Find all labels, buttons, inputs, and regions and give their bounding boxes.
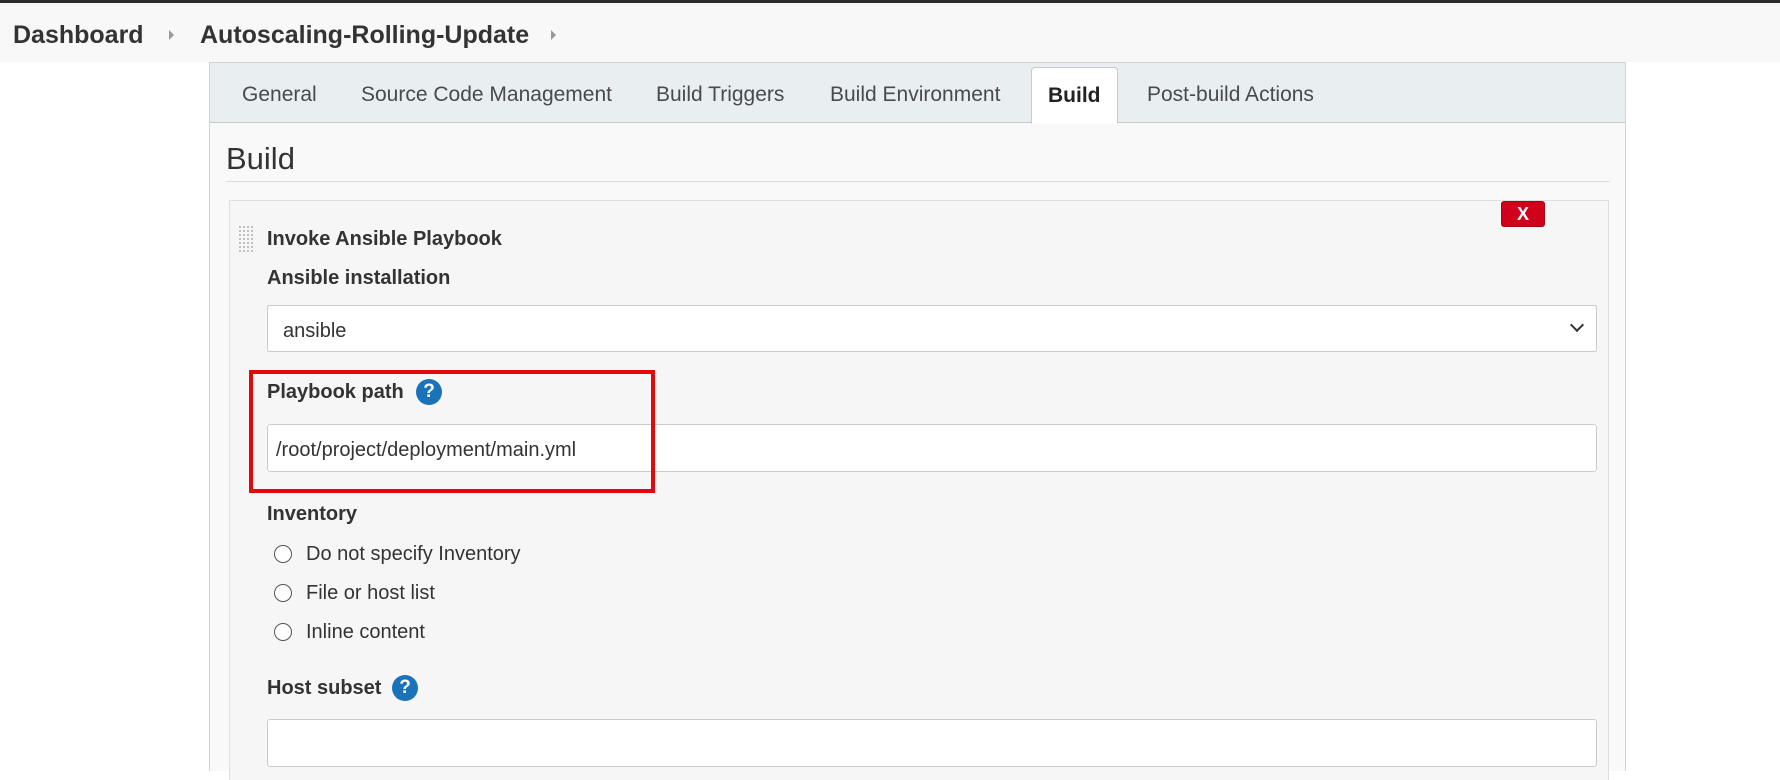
build-step-ansible: X Invoke Ansible Playbook Ansible instal… [229, 200, 1609, 780]
host-subset-input[interactable] [267, 719, 1597, 767]
radio-button[interactable] [274, 545, 292, 563]
section-divider [226, 181, 1610, 182]
section-title: Build [226, 141, 295, 176]
breadcrumb-separator-icon [551, 30, 556, 40]
playbook-path-label: Playbook path [267, 381, 404, 403]
radio-label: Do not specify Inventory [306, 543, 521, 565]
help-icon[interactable]: ? [416, 379, 442, 405]
build-step-title: Invoke Ansible Playbook [267, 228, 502, 250]
inventory-label: Inventory [267, 503, 358, 525]
drag-handle-icon[interactable] [238, 225, 254, 253]
tab-source-code-management[interactable]: Source Code Management [361, 83, 612, 107]
radio-label: Inline content [306, 621, 425, 643]
tab-build-environment[interactable]: Build Environment [830, 83, 1000, 107]
tab-build-triggers[interactable]: Build Triggers [656, 83, 784, 107]
delete-step-button[interactable]: X [1501, 201, 1545, 227]
breadcrumb: Dashboard Autoscaling-Rolling-Update [0, 3, 1780, 62]
ansible-installation-value: ansible [283, 320, 347, 342]
host-subset-label: Host subset [267, 677, 382, 699]
tab-build[interactable]: Build [1031, 67, 1118, 124]
tab-general[interactable]: General [242, 83, 317, 107]
breadcrumb-separator-icon [169, 30, 174, 40]
ansible-installation-select[interactable]: ansible [267, 305, 1597, 352]
help-icon[interactable]: ? [392, 675, 418, 701]
config-tabbar: General Source Code Management Build Tri… [210, 63, 1625, 124]
playbook-path-input[interactable]: /root/project/deployment/main.yml [267, 424, 1597, 472]
radio-button[interactable] [274, 623, 292, 641]
tab-post-build-actions[interactable]: Post-build Actions [1147, 83, 1314, 107]
radio-button[interactable] [274, 584, 292, 602]
breadcrumb-dashboard[interactable]: Dashboard [13, 21, 144, 50]
ansible-installation-label: Ansible installation [267, 267, 451, 289]
radio-label: File or host list [306, 582, 435, 604]
job-config-panel: General Source Code Management Build Tri… [209, 62, 1626, 780]
breadcrumb-job[interactable]: Autoscaling-Rolling-Update [200, 21, 529, 50]
chevron-down-icon [1569, 317, 1585, 333]
